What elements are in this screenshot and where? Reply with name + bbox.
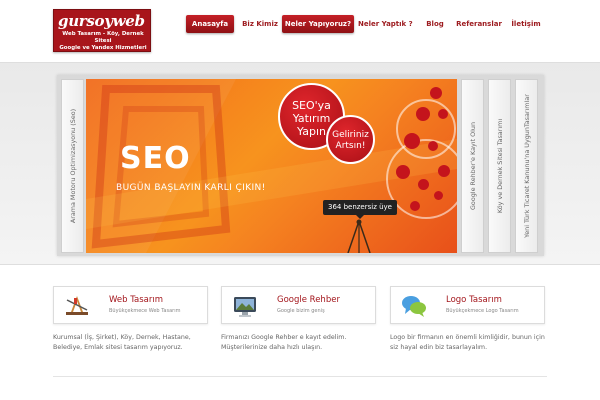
- feature-subtitle: Büyükçekmece Web Tasarım: [109, 308, 181, 314]
- nav-item-biz-kimiz[interactable]: Biz Kimiz: [238, 15, 282, 33]
- decor-dot: [396, 165, 410, 179]
- decor-dot: [410, 201, 420, 211]
- decor-dot: [418, 179, 429, 190]
- logo-tagline-line-2: Google ve Yandex Hizmetleri: [59, 45, 147, 51]
- nav-item-neler-yapiyoruz[interactable]: Neler Yapıyoruz?: [282, 15, 354, 33]
- decor-dot: [438, 165, 450, 177]
- banner-slogan: BUGÜN BAŞLAYIN KARLI ÇIKIN!: [116, 183, 266, 193]
- feature-description: Kurumsal (İş, Şirket), Köy, Dernek, Hast…: [53, 334, 191, 351]
- feature-description: Logo bir firmanın en önemli kimliğidir, …: [390, 334, 545, 351]
- logo-name: gursoyweb: [58, 12, 145, 30]
- slider-tab-label: Yeni Türk Ticaret Kanunu'na UygunTasarım…: [522, 94, 531, 238]
- bubble-income: Geliriniz Artsın!: [326, 115, 375, 164]
- member-count-badge: 364 benzersiz üye: [323, 200, 397, 219]
- decor-dot: [434, 191, 443, 200]
- bubble-line: Artsın!: [335, 141, 366, 151]
- nav-item-neler-yaptik[interactable]: Neler Yaptık ?: [358, 15, 413, 33]
- slider-tab-label: Köy ve Dernek Sitesi Tasarımı: [495, 118, 504, 214]
- divider: [53, 376, 547, 377]
- decor-dot: [416, 107, 430, 121]
- nav-item-anasayfa[interactable]: Anasayfa: [186, 15, 234, 33]
- bubble-line: Geliriniz: [332, 130, 369, 140]
- feature-google-rehber[interactable]: Google Rehber Google bizim geniş: [221, 286, 376, 324]
- slider-tab-seo[interactable]: Arama Motoru Optimizasyonu (Seo): [61, 79, 84, 253]
- feature-subtitle: Büyükçekmece Logo Tasarım: [446, 308, 519, 314]
- site-header: gursoyweb Web Tasarım - Köy, Dernek Site…: [0, 0, 600, 60]
- slider-tab-koy-dernek[interactable]: Köy ve Dernek Sitesi Tasarımı: [488, 79, 511, 253]
- feature-web-tasarim[interactable]: Web Tasarım Büyükçekmece Web Tasarım: [53, 286, 208, 324]
- decor-dot: [438, 109, 448, 119]
- feature-logo-tasarim[interactable]: Logo Tasarım Büyükçekmece Logo Tasarım: [390, 286, 545, 324]
- slider-banner[interactable]: SEO BUGÜN BAŞLAYIN KARLI ÇIKIN! SEO'ya Y…: [86, 79, 457, 253]
- speech-bubbles-icon: [402, 296, 426, 317]
- slider-tab-google-rehber[interactable]: Google Rehber'e Kayıt Olun: [461, 79, 484, 253]
- nav-item-blog[interactable]: Blog: [418, 15, 452, 33]
- feature-title: Web Tasarım: [109, 295, 164, 305]
- feature-title: Logo Tasarım: [446, 295, 502, 305]
- nav-item-iletisim[interactable]: İletişim: [508, 15, 544, 33]
- slider-tab-label: Arama Motoru Optimizasyonu (Seo): [68, 108, 77, 224]
- monitor-icon: [234, 297, 256, 317]
- slider-tab-ticaret-kanunu[interactable]: Yeni Türk Ticaret Kanunu'na UygunTasarım…: [515, 79, 538, 253]
- feature-subtitle: Google bizim geniş: [277, 308, 325, 314]
- nav-item-referanslar[interactable]: Referanslar: [456, 15, 502, 33]
- tripod-icon: [347, 219, 371, 253]
- decor-dot: [430, 87, 442, 99]
- feature-description: Firmanızı Google Rehber e kayıt edelim. …: [221, 334, 347, 351]
- decor-dot: [404, 133, 420, 149]
- feature-title: Google Rehber: [277, 295, 340, 305]
- decor-dot: [428, 141, 438, 151]
- logo-tagline: Web Tasarım - Köy, Dernek Sitesi Google …: [54, 31, 152, 52]
- design-tools-icon: [66, 296, 88, 315]
- banner-headline: SEO: [120, 141, 191, 176]
- bubble-line: SEO'ya: [292, 99, 331, 112]
- logo-tagline-line-1: Web Tasarım - Köy, Dernek Sitesi: [62, 31, 144, 44]
- site-logo[interactable]: gursoyweb Web Tasarım - Köy, Dernek Site…: [53, 9, 151, 52]
- slider-tab-label: Google Rehber'e Kayıt Olun: [468, 121, 477, 211]
